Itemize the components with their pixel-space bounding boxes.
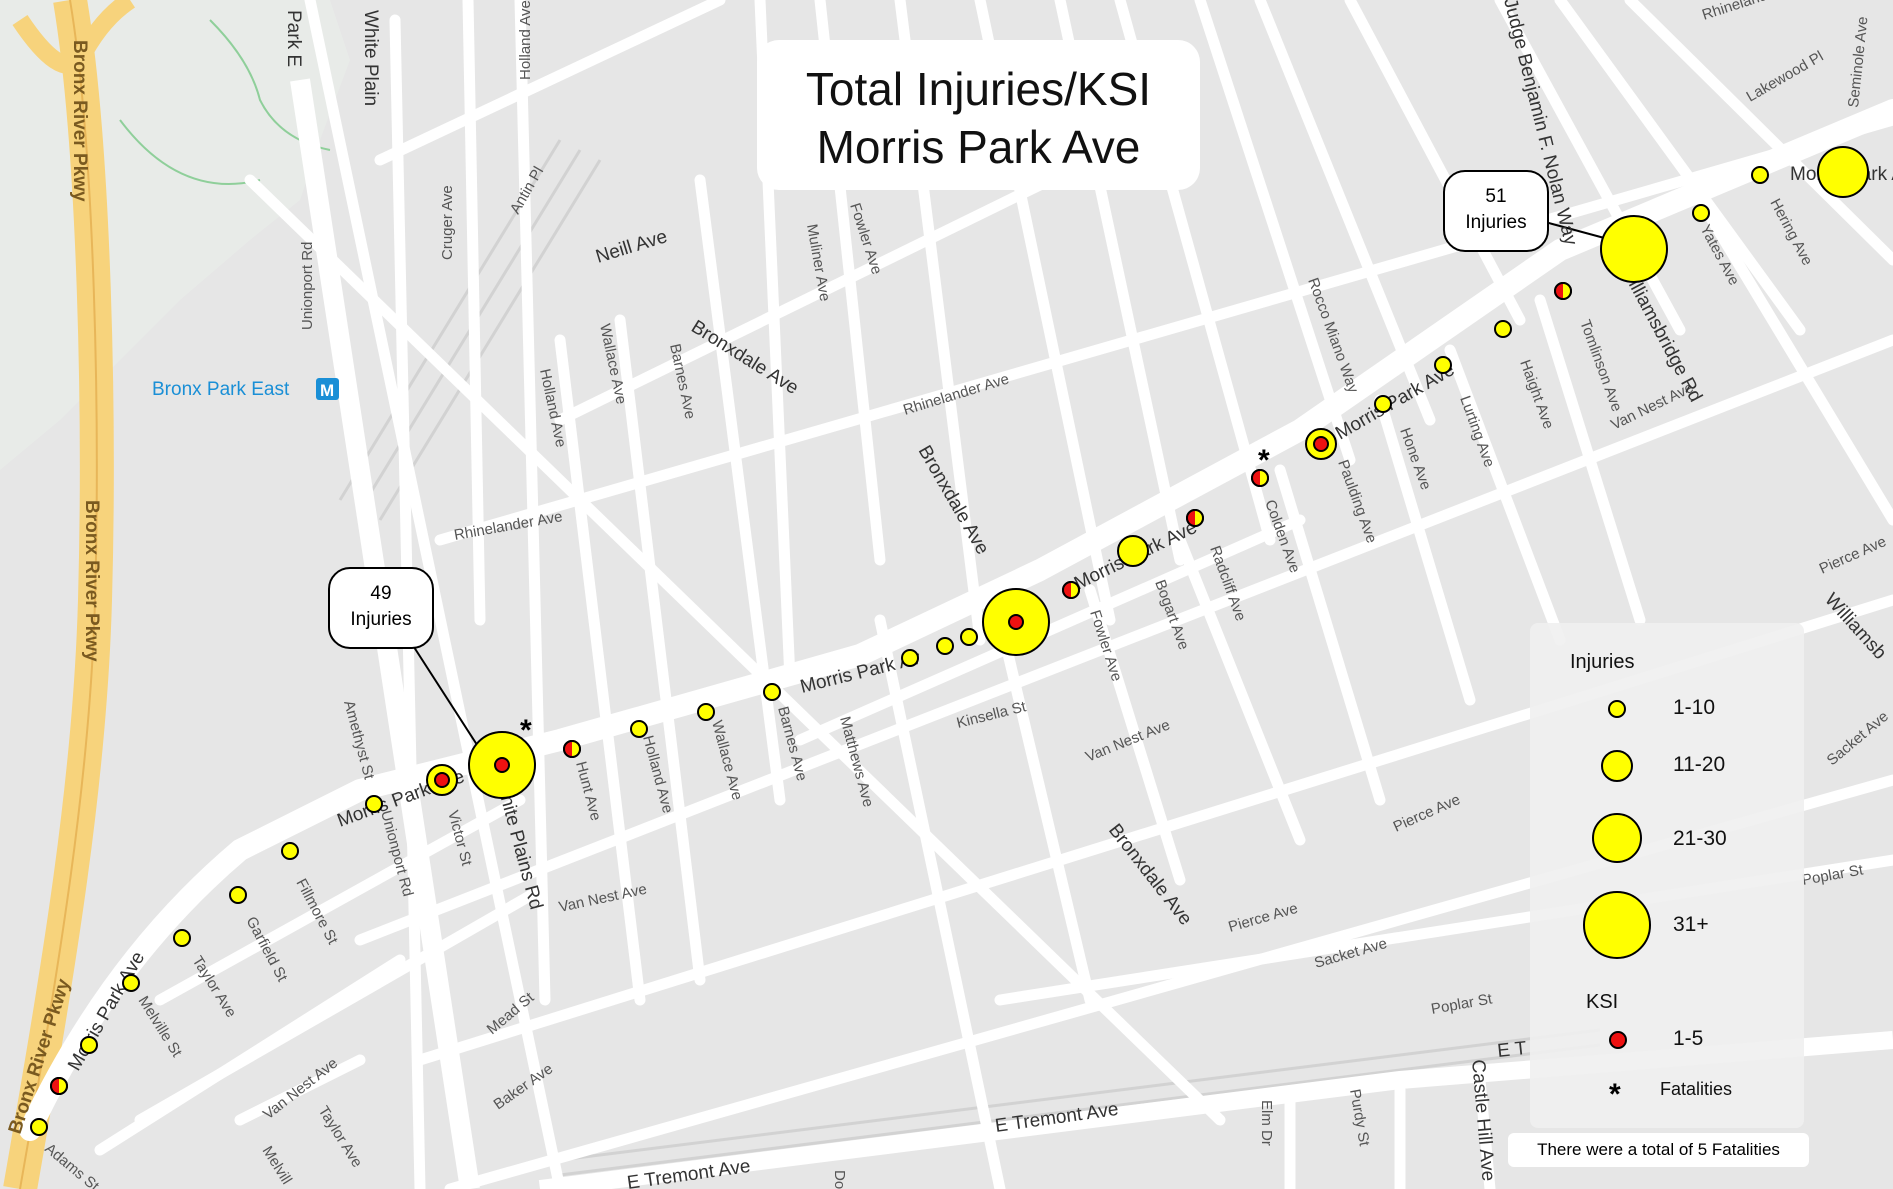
label-rhinelander-1: Rhinelander Ave	[453, 508, 564, 544]
legend-label-ksi: 1-5	[1673, 1027, 1704, 1050]
label-pierce-3: Pierce Ave	[1817, 533, 1889, 578]
label-taylor-2: Taylor Ave	[315, 1103, 366, 1170]
fatality-asterisk: *	[520, 714, 532, 747]
injury-marker	[122, 974, 140, 992]
legend-fatality-symbol: *	[1609, 1078, 1621, 1111]
map-subtitle: Morris Park Ave	[816, 121, 1141, 173]
injury-marker	[697, 703, 715, 721]
legend-symbol-medium	[1601, 750, 1633, 782]
label-unionport-top: Unionport Rd	[299, 242, 316, 330]
label-hering: Hering Ave	[1766, 196, 1815, 269]
label-hunt: Hunt Ave	[572, 760, 604, 823]
label-melville-2: Melvill	[259, 1143, 295, 1187]
injury-marker	[229, 886, 247, 904]
legend-ksi-heading: KSI	[1586, 991, 1619, 1013]
legend-symbol-xlarge	[1583, 891, 1651, 959]
label-morris-park-5: Morris Park Ave	[64, 948, 149, 1074]
label-rhinelander-3: Rhinelander Ave	[1700, 0, 1810, 24]
label-dod: Dod	[831, 1170, 848, 1189]
label-van-nest-1: Van Nest Ave	[557, 881, 648, 916]
injury-marker	[1600, 215, 1668, 283]
injury-marker	[80, 1036, 98, 1054]
label-transit-station: Bronx Park East	[152, 379, 290, 400]
label-lurting: Lurting Ave	[1456, 394, 1498, 470]
callout-unit: Injuries	[1465, 212, 1527, 233]
legend-label-1-10: 1-10	[1673, 696, 1716, 719]
label-pierce-2: Pierce Ave	[1226, 900, 1299, 936]
label-lakewood: Lakewood Pl	[1744, 48, 1827, 106]
callout-49-injuries: 49 Injuries	[328, 567, 434, 649]
label-elm: Elm Dr	[1258, 1100, 1275, 1146]
injury-marker	[901, 649, 919, 667]
callout-unit: Injuries	[350, 609, 412, 630]
split-marker	[1062, 581, 1080, 599]
injury-marker	[173, 929, 191, 947]
injury-marker	[1751, 166, 1769, 184]
legend-label-31-plus: 31+	[1673, 913, 1709, 936]
map-title-box: Total Injuries/KSI Morris Park Ave	[757, 40, 1200, 190]
label-adams: Adams St	[41, 1140, 102, 1189]
legend-label-11-20: 11-20	[1673, 753, 1726, 776]
split-marker	[563, 740, 581, 758]
fatality-asterisk: *	[1258, 444, 1270, 477]
fatalities-note: There were a total of 5 Fatalities	[1508, 1133, 1809, 1167]
label-sacket-2: Sacket Ave	[1824, 708, 1892, 769]
label-holland-top: Holland Ave	[517, 0, 534, 80]
legend-ksi-symbol	[1609, 1031, 1627, 1049]
injury-marker	[763, 683, 781, 701]
split-marker	[50, 1077, 68, 1095]
legend-symbol-small	[1608, 700, 1626, 718]
injury-marker	[630, 720, 648, 738]
label-park-e: Park E	[283, 10, 304, 67]
injury-marker	[281, 842, 299, 860]
injury-marker	[1494, 320, 1512, 338]
label-matthews: Matthews Ave	[836, 715, 877, 809]
injury-marker	[1692, 204, 1710, 222]
label-cruger: Cruger Ave	[439, 185, 456, 260]
callout-count: 49	[370, 583, 392, 604]
injury-marker	[365, 795, 383, 813]
label-white-plain-top: White Plain	[360, 10, 381, 106]
label-seminole: Seminole Ave	[1845, 16, 1871, 109]
legend-injuries-heading: Injuries	[1570, 651, 1635, 673]
label-neill: Neill Ave	[593, 226, 670, 268]
label-e-t: E T	[1496, 1038, 1528, 1062]
metro-badge-letter: M	[320, 381, 334, 400]
injury-marker	[960, 628, 978, 646]
callout-count: 51	[1485, 186, 1507, 207]
label-poplar-1: Poplar St	[1430, 990, 1495, 1018]
label-paulding: Paulding Ave	[1334, 458, 1380, 546]
injury-marker	[1374, 395, 1392, 413]
injury-marker	[936, 637, 954, 655]
label-haight: Haight Ave	[1516, 358, 1557, 432]
label-amethyst: Amethyst St	[340, 699, 378, 782]
label-wallace-low: Wallace Ave	[708, 719, 746, 802]
label-pierce-1: Pierce Ave	[1391, 791, 1463, 836]
map-legend: Injuries 1-10 11-20 21-30 31+ KSI 1-5 * …	[1530, 623, 1804, 1128]
label-muliner: Muliner Ave	[803, 223, 833, 303]
legend-label-fatalities: Fatalities	[1660, 1079, 1733, 1099]
callout-51-injuries: 51 Injuries	[1443, 170, 1549, 252]
legend-label-21-30: 21-30	[1673, 827, 1727, 850]
injury-marker	[1817, 146, 1869, 198]
label-bronx-river-pkwy-2: Bronx River Pkwy	[81, 500, 102, 662]
injury-marker	[1117, 535, 1149, 567]
label-e-tremont-2: E Tremont Ave	[626, 1156, 752, 1189]
label-fillmore: Fillmore St	[292, 876, 341, 948]
legend-symbol-large	[1592, 813, 1642, 863]
ksi-marker	[494, 757, 510, 773]
ksi-marker	[1313, 436, 1329, 452]
injury-marker	[30, 1118, 48, 1136]
split-marker	[1186, 509, 1204, 527]
label-tomlinson: Tomlinson Ave	[1576, 318, 1625, 414]
ksi-marker	[434, 772, 450, 788]
label-bronx-river-pkwy-1: Bronx River Pkwy	[69, 40, 90, 202]
injury-marker	[1434, 356, 1452, 374]
map-title: Total Injuries/KSI	[805, 63, 1152, 115]
label-purdy: Purdy St	[1346, 1088, 1373, 1148]
ksi-marker	[1008, 614, 1024, 630]
split-marker	[1554, 282, 1572, 300]
